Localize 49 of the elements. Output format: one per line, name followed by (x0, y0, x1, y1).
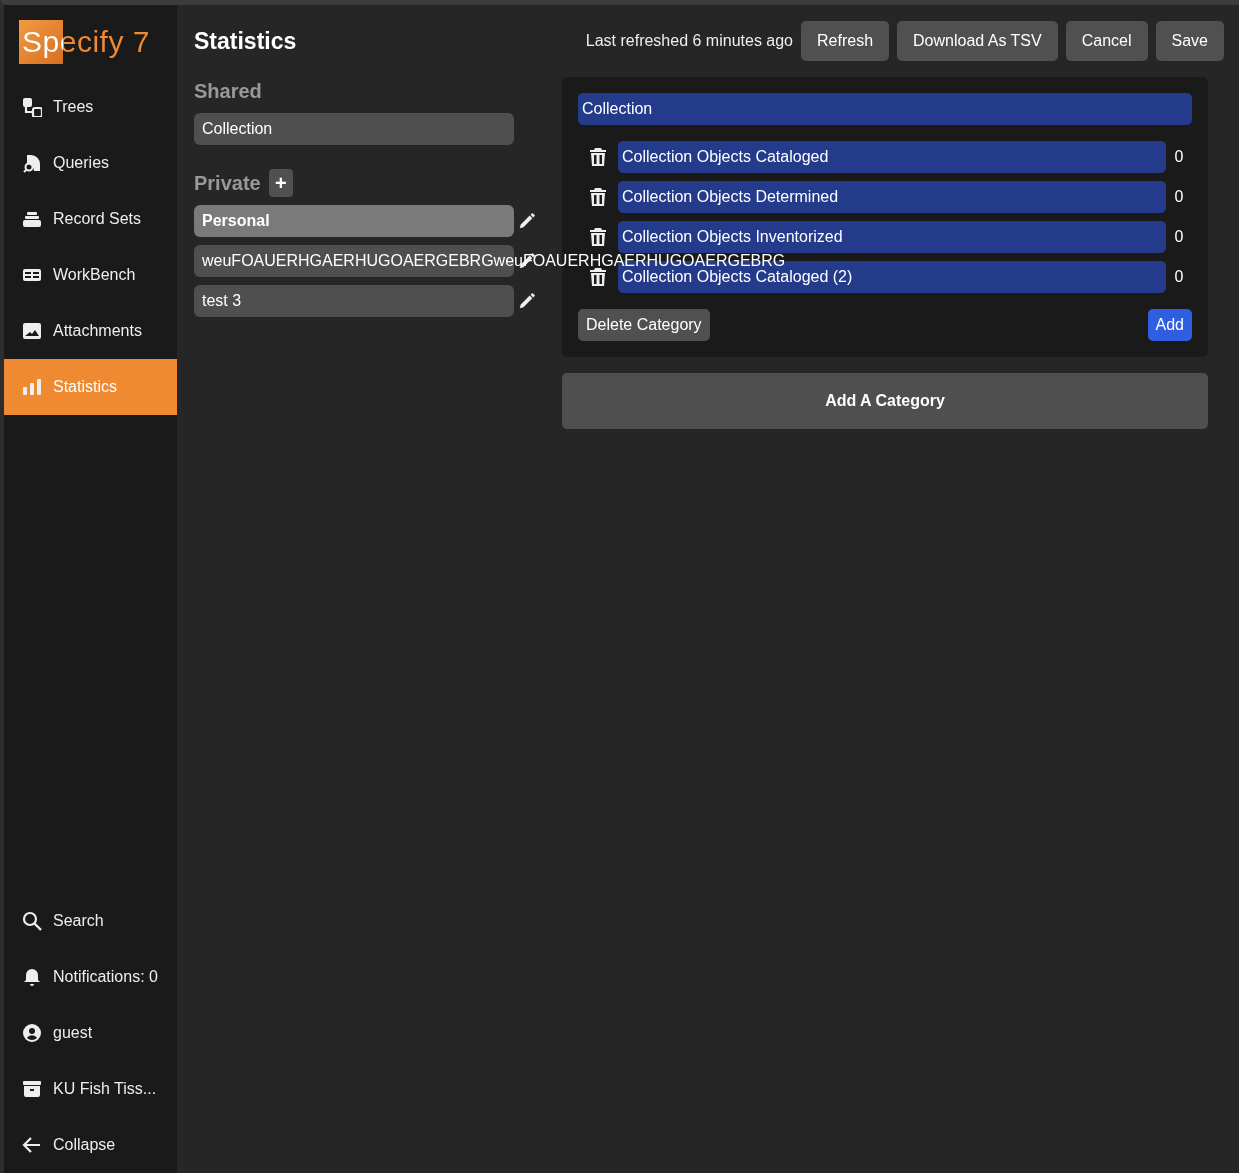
add-page-button[interactable]: + (268, 169, 293, 197)
archive-icon (22, 1079, 42, 1099)
header-button[interactable]: Cancel (1065, 21, 1148, 61)
arrow-left-icon (22, 1135, 42, 1155)
trash-icon[interactable] (590, 148, 606, 166)
nav-item[interactable]: WorkBench (4, 247, 177, 303)
tree-icon (22, 97, 42, 117)
page-item[interactable]: Personal (194, 205, 514, 237)
nav-item[interactable]: Queries (4, 135, 177, 191)
stat-name-field[interactable]: Collection Objects Inventorized (618, 221, 1166, 253)
nav-item[interactable]: Search (4, 893, 177, 949)
nav-item[interactable]: guest (4, 1005, 177, 1061)
nav-item[interactable]: Collapse (4, 1117, 177, 1173)
nav-item[interactable]: KU Fish Tiss... (4, 1061, 177, 1117)
section-heading: Private (194, 171, 261, 195)
trash-icon[interactable] (590, 228, 606, 246)
bell-icon (22, 967, 42, 987)
stat-value: 0 (1173, 188, 1185, 206)
refresh-status: Last refreshed 6 minutes ago (585, 32, 793, 50)
header-button[interactable]: Download As TSV (897, 21, 1058, 61)
nav-item[interactable]: Trees (4, 79, 177, 135)
page-item[interactable]: test 3 (194, 285, 514, 317)
page-title: Statistics (194, 27, 297, 55)
header-button[interactable]: Refresh (801, 21, 890, 61)
nav-item[interactable]: Record Sets (4, 191, 177, 247)
add-button[interactable]: Add (1147, 309, 1192, 341)
nav-item[interactable]: Attachments (4, 303, 177, 359)
trash-icon[interactable] (590, 188, 606, 206)
query-icon (22, 153, 42, 173)
add-category-button[interactable]: Add A Category (562, 373, 1208, 429)
stat-name-field[interactable]: Collection Objects Cataloged (618, 141, 1166, 173)
user-icon (22, 1023, 42, 1043)
stat-name-field[interactable]: Collection Objects Determined (618, 181, 1166, 213)
header-button[interactable]: Save (1155, 21, 1224, 61)
delete-category-button[interactable]: Delete Category (578, 309, 710, 341)
bar-chart-icon (22, 377, 42, 397)
nav-item[interactable]: Notifications: 0 (4, 949, 177, 1005)
category-name-field[interactable]: Collection (578, 93, 1192, 125)
stat-value: 0 (1173, 228, 1185, 246)
section-heading: Shared (194, 79, 262, 103)
pencil-icon[interactable] (518, 292, 536, 310)
stack-icon (22, 209, 42, 229)
stat-value: 0 (1173, 268, 1185, 286)
image-icon (22, 321, 42, 341)
trash-icon[interactable] (590, 268, 606, 286)
page-item[interactable]: Collection (194, 113, 514, 145)
search-icon (22, 911, 42, 931)
pencil-icon[interactable] (518, 212, 536, 230)
stat-value: 0 (1173, 148, 1185, 166)
